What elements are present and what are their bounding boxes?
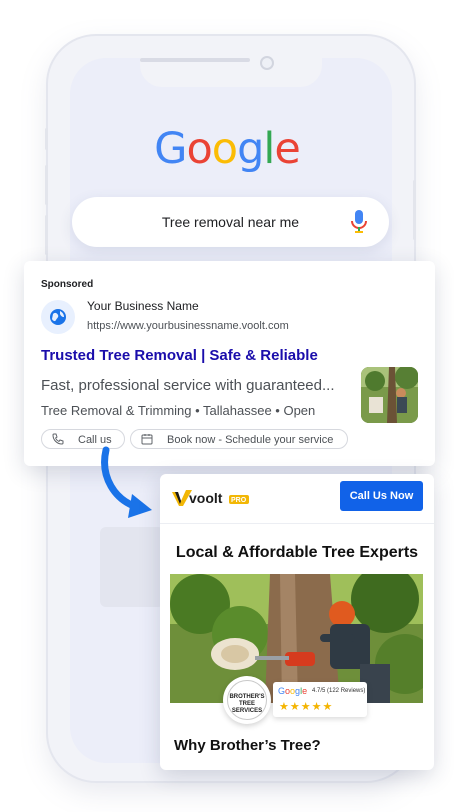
review-stars: ★★★★★: [279, 701, 334, 713]
search-query[interactable]: Tree removal near me: [72, 214, 389, 230]
phone-notch: [140, 58, 322, 87]
sponsored-label: Sponsored: [41, 279, 94, 290]
call-us-label: Call us: [78, 434, 112, 446]
book-now-label: Book now - Schedule your service: [167, 434, 334, 446]
pro-badge-text: PRO: [231, 497, 247, 504]
globe-icon: [41, 300, 75, 334]
google-review-badge: Google 4.7/5 (122 Reviews) ★★★★★: [273, 682, 367, 717]
placeholder-block: [100, 527, 164, 607]
phone-camera: [260, 56, 274, 70]
microphone-icon[interactable]: [349, 209, 369, 235]
google-logo: Google: [154, 124, 301, 174]
book-now-chip[interactable]: Book now - Schedule your service: [130, 429, 348, 449]
ad-headline-link[interactable]: Trusted Tree Removal | Safe & Reliable: [41, 347, 318, 364]
review-rating-text: 4.7/5 (122 Reviews): [312, 688, 366, 694]
voolt-logo-text: voolt: [189, 490, 223, 506]
landing-page-card: voolt PRO Call Us Now Local & Affordable…: [160, 474, 434, 770]
phone-side-button: [413, 180, 416, 240]
curved-arrow-icon: [101, 446, 152, 518]
business-badge-logo: BROTHER'S TREE SERVICES: [223, 676, 271, 724]
ad-description: Fast, professional service with guarante…: [41, 377, 335, 394]
header-divider: [160, 523, 434, 524]
ad-thumbnail-image: [361, 367, 418, 423]
review-google-logo: Google: [278, 686, 308, 696]
calendar-icon: [141, 434, 153, 445]
landing-headline: Local & Affordable Tree Experts: [175, 544, 419, 561]
ad-meta-info: Tree Removal & Trimming • Tallahassee • …: [41, 403, 316, 418]
voolt-logo: voolt PRO: [172, 488, 252, 513]
badge-text: BROTHER'S TREE SERVICES: [227, 680, 267, 720]
why-heading: Why Brother’s Tree?: [174, 737, 321, 754]
call-us-now-button[interactable]: Call Us Now: [340, 481, 423, 511]
search-bar[interactable]: Tree removal near me: [72, 197, 389, 247]
phone-speaker: [140, 58, 250, 62]
business-name: Your Business Name: [87, 299, 199, 313]
phone-icon: [52, 433, 64, 445]
sponsored-ad-card[interactable]: Sponsored Your Business Name https://www…: [24, 261, 435, 466]
business-url[interactable]: https://www.yourbusinessname.voolt.com: [87, 320, 289, 332]
phone-side-button: [45, 215, 48, 255]
